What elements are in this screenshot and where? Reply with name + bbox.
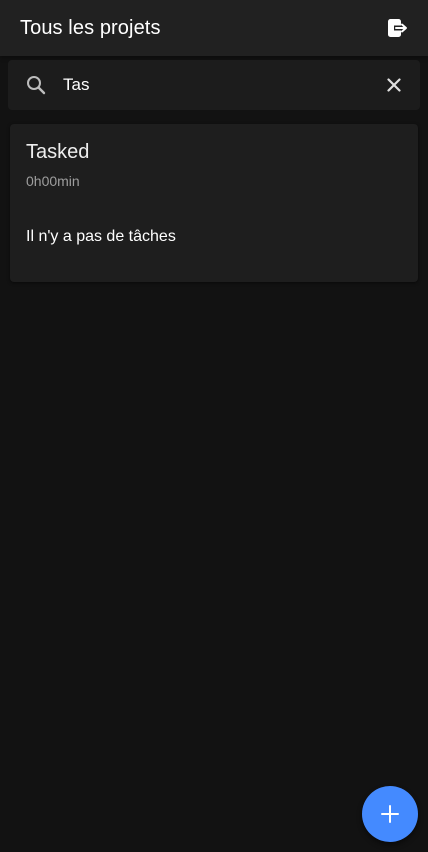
project-name: Tasked: [26, 141, 90, 163]
logout-icon: [388, 19, 407, 37]
project-time: 0h00min: [26, 173, 80, 189]
search-icon: [24, 73, 48, 97]
plus-icon: [381, 805, 399, 823]
clear-search-button[interactable]: [382, 73, 406, 97]
search-bar: [8, 60, 420, 110]
logout-button[interactable]: [386, 16, 410, 40]
empty-tasks-message: Il n'y a pas de tâches: [26, 228, 176, 245]
app-bar: Tous les projets: [0, 0, 428, 56]
search-input[interactable]: [63, 75, 382, 95]
project-card[interactable]: Tasked 0h00min Il n'y a pas de tâches: [10, 124, 418, 282]
page-title: Tous les projets: [20, 16, 161, 39]
add-project-button[interactable]: [362, 786, 418, 842]
close-icon: [387, 78, 401, 92]
app-screen: Tous les projets Tasked 0h00min Il: [0, 0, 428, 852]
